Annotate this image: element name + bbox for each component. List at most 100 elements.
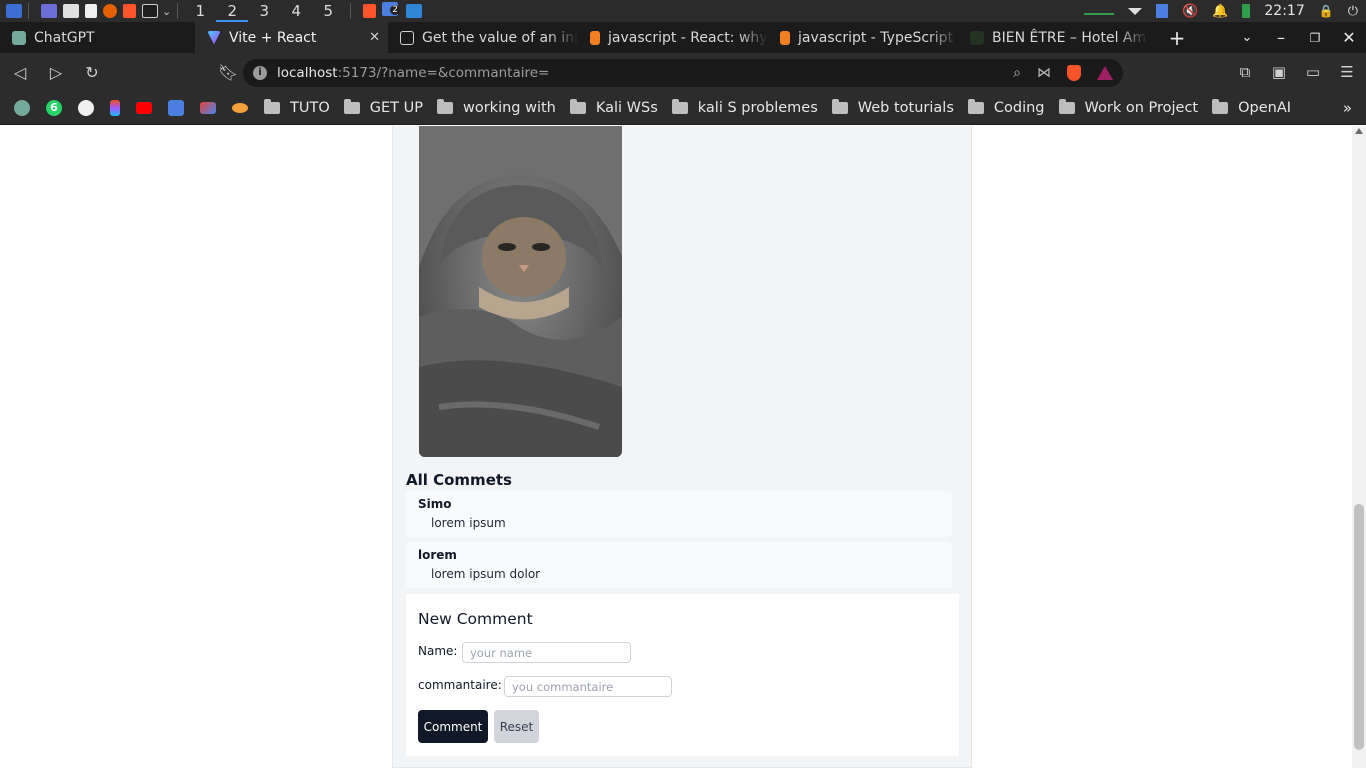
comment-text: lorem ipsum (431, 516, 506, 530)
bookmark-folder-working-with[interactable]: working with (436, 98, 556, 116)
more-bookmarks-icon[interactable]: » (1343, 99, 1352, 117)
bookmark-folder-openai[interactable]: OpenAI (1212, 98, 1292, 116)
comment-author: Simo (418, 497, 452, 511)
workspace-4[interactable]: 4 (280, 0, 312, 22)
form-title: New Comment (418, 610, 533, 628)
workspace-3[interactable]: 3 (248, 0, 280, 22)
folder-label: kali S problemes (697, 99, 818, 116)
youtube-icon[interactable] (136, 101, 152, 114)
firefox-icon[interactable] (103, 4, 117, 18)
bell-icon[interactable]: 🔔 (1212, 4, 1228, 19)
tab-hotel[interactable]: BIEN ÊTRE – Hotel Ama (958, 22, 1148, 53)
scroll-up-arrow-icon[interactable] (1355, 128, 1363, 134)
new-comment-form: New Comment Name: commantaire: Comment R… (406, 594, 959, 756)
name-label: Name: (418, 644, 458, 658)
file-manager-icon[interactable] (63, 4, 79, 18)
tab-react-why[interactable]: javascript - React: why c (578, 22, 768, 53)
close-window-icon[interactable]: ✕ (1332, 28, 1366, 47)
bookmark-folder-tuto[interactable]: TUTO (264, 98, 330, 116)
address-bar[interactable]: i localhost:5173/?name=&commantaire= ⌕ ⋈ (243, 59, 1123, 87)
app-menu-icon[interactable] (6, 4, 22, 18)
back-icon[interactable]: ◁ (4, 63, 36, 82)
tab-typescript[interactable]: javascript - TypeScript i (768, 22, 958, 53)
tab-fade (1118, 22, 1148, 53)
brave-shields-icon[interactable] (1067, 65, 1081, 81)
folder-label: OpenAI (1238, 99, 1292, 116)
folder-icon (671, 98, 688, 114)
show-desktop-icon[interactable] (41, 4, 57, 18)
stackoverflow-icon (590, 30, 600, 45)
workspace-5[interactable]: 5 (312, 0, 344, 22)
maximize-icon[interactable]: ❐ (1298, 31, 1332, 45)
text-editor-icon[interactable] (85, 4, 97, 18)
bookmark-page-icon[interactable]: 🔖︎ (212, 63, 244, 82)
tab-fade (548, 22, 578, 53)
tab-chatgpt[interactable]: ChatGPT (0, 22, 195, 53)
wifi-icon[interactable] (1128, 7, 1143, 15)
clock[interactable]: 22:17 (1264, 3, 1304, 19)
menu-icon[interactable]: ☰ (1334, 63, 1360, 81)
folder-icon (967, 98, 984, 114)
toolbar-right-actions: ⧉ ▣ ▭ ☰ (1232, 53, 1360, 91)
brave-icon[interactable] (123, 4, 136, 18)
gmail-icon[interactable] (200, 101, 216, 114)
window-count-badge: 2 (382, 2, 400, 20)
window-count-label: 2 (390, 5, 400, 15)
share-icon[interactable]: ⋈ (1037, 65, 1051, 81)
updates-icon[interactable] (1156, 4, 1169, 18)
tab-vite-react[interactable]: Vite + React ✕ (195, 22, 388, 53)
minimize-icon[interactable]: – (1264, 28, 1298, 47)
scrollbar-thumb[interactable] (1354, 504, 1364, 750)
reset-button[interactable]: Reset (494, 710, 539, 743)
figma-icon[interactable] (110, 99, 120, 116)
name-input[interactable] (462, 642, 631, 663)
bookmark-folder-web-toturials[interactable]: Web toturials (831, 98, 954, 116)
zoom-icon[interactable]: ⌕ (1013, 65, 1021, 81)
url-path: :5173/?name=&commantaire= (337, 65, 550, 81)
brave-rewards-icon[interactable] (1097, 66, 1113, 80)
translate-icon[interactable] (168, 99, 184, 116)
browser-tab-bar: ChatGPT Vite + React ✕ Get the value of … (0, 22, 1366, 53)
comment-author: lorem (418, 548, 457, 562)
bookmark-folder-coding[interactable]: Coding (967, 98, 1045, 116)
comment-button[interactable]: Comment (418, 710, 488, 743)
lock-icon[interactable]: 🔒 (1319, 4, 1334, 18)
chatgpt-icon[interactable] (14, 99, 30, 116)
sidebar-icon[interactable]: ▣ (1266, 63, 1292, 81)
commentaire-label: commantaire: (418, 678, 502, 692)
comment-item: lorem lorem ipsum dolor (406, 542, 952, 588)
address-bar-actions: ⌕ ⋈ (1013, 59, 1113, 87)
new-tab-icon[interactable]: + (1160, 26, 1194, 50)
whatsapp-icon[interactable]: 6 (46, 99, 62, 116)
battery-icon[interactable] (1242, 4, 1251, 18)
reload-icon[interactable]: ↻ (76, 63, 108, 82)
tab-list-chevron-icon[interactable]: ⌄ (1230, 30, 1264, 45)
bookmark-folder-kali-problemes[interactable]: kali S problemes (671, 98, 818, 116)
site-info-icon[interactable]: i (253, 66, 267, 80)
whatsapp-badge: 6 (50, 101, 58, 114)
bookmark-folder-get-up[interactable]: GET UP (343, 98, 423, 116)
extensions-icon[interactable]: ⧉ (1232, 63, 1258, 81)
wallet-icon[interactable]: ▭ (1300, 63, 1326, 81)
workspace-1[interactable]: 1 (184, 0, 216, 22)
bookmark-folder-work-on-project[interactable]: Work on Project (1058, 98, 1198, 116)
url-host: localhost (277, 65, 338, 81)
vscode-icon[interactable] (406, 4, 423, 18)
bookmarks-bar: 6 TUTO GET UP working with Kali WSs kali… (0, 91, 1366, 125)
page-scrollbar[interactable] (1352, 126, 1366, 768)
workspace-2[interactable]: 2 (216, 0, 249, 22)
chevron-down-icon[interactable]: ⌄ (162, 5, 171, 18)
bookmark-app-icon[interactable] (232, 102, 248, 113)
power-icon[interactable]: ⏻ (1348, 4, 1358, 19)
brave-window-icon[interactable] (363, 4, 377, 18)
mute-icon[interactable]: 🔇 (1182, 4, 1198, 19)
github-icon[interactable] (78, 99, 94, 116)
folder-icon (831, 98, 848, 114)
bookmark-folder-kali-wss[interactable]: Kali WSs (569, 98, 658, 116)
url-text[interactable]: localhost:5173/?name=&commantaire= (277, 65, 549, 81)
commentaire-input[interactable] (504, 676, 672, 697)
close-tab-icon[interactable]: ✕ (369, 30, 380, 45)
terminal-icon[interactable] (142, 4, 158, 18)
forward-icon[interactable]: ▷ (40, 63, 72, 82)
tab-get-value-input[interactable]: Get the value of an inpu (388, 22, 578, 53)
